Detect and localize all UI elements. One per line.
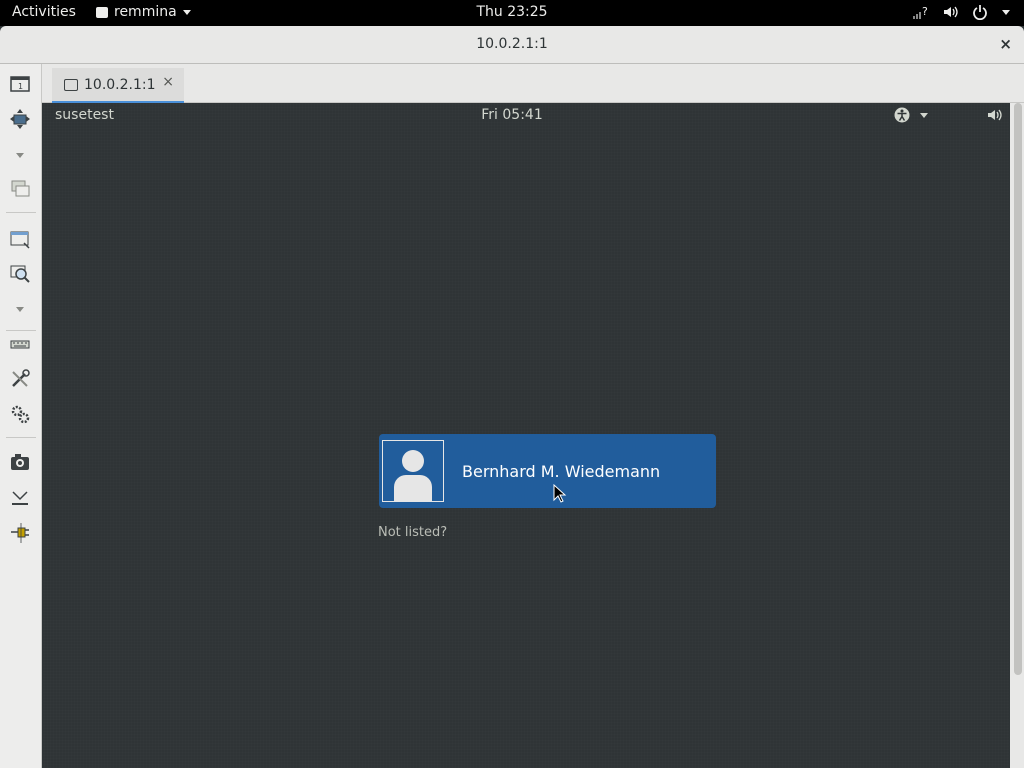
screenshot-button[interactable] [9,451,31,473]
tab-label: 10.0.2.1:1 [84,76,156,93]
screenshot-icon [11,454,29,470]
mouse-cursor-icon [553,484,567,503]
tab-strip: 10.0.2.1:1 × [42,64,1024,104]
window-title: 10.0.2.1:1 [476,36,548,52]
viewport-button[interactable]: 1 [9,73,31,95]
disconnect-button[interactable] [9,521,31,543]
user-name: Bernhard M. Wiedemann [462,461,661,481]
chevron-down-icon [1002,9,1010,15]
chevron-down-icon [182,9,191,15]
volume-icon [944,6,958,18]
remote-volume-button[interactable] [986,107,1002,127]
chevron-down-icon [920,112,928,118]
remmina-toolbar: 1 [0,64,42,768]
chevron-down-icon [16,307,24,312]
keyboard-grab-button[interactable] [9,333,31,355]
system-tray[interactable]: ? [912,4,1010,20]
scrollbar-thumb[interactable] [1014,103,1022,675]
remote-desktop-icon [64,78,78,91]
avatar-head-icon [402,450,424,472]
svg-text:?: ? [922,5,928,18]
preferences-button[interactable] [9,403,31,425]
toolbar-divider [6,437,36,438]
scale-options-dropdown[interactable] [9,298,31,320]
user-login-button[interactable]: Bernhard M. Wiedemann [379,434,716,508]
avatar-body-icon [394,475,432,501]
tools-icon [12,369,30,387]
remote-desktop-viewport[interactable]: susetest Fri 05:41 Bernhard M. Wiedemann… [43,103,1009,768]
toolbar-divider [6,330,36,331]
volume-icon [988,109,1002,121]
minimize-button[interactable] [9,486,31,508]
window-resize-button[interactable] [9,228,31,250]
app-menu[interactable]: remmina [96,4,191,20]
zoom-button[interactable] [9,263,31,285]
avatar [382,440,444,502]
toolbar-divider [6,212,36,213]
window-resize-icon [10,231,30,249]
preferences-icon [11,405,30,424]
not-listed-link[interactable]: Not listed? [378,525,447,540]
disconnect-icon [11,523,29,543]
power-icon [973,5,987,20]
remote-top-bar: susetest Fri 05:41 [43,103,1009,127]
multi-monitor-button[interactable] [9,178,31,200]
tools-button[interactable] [9,368,31,390]
remote-clock[interactable]: Fri 05:41 [0,107,1024,123]
accessibility-icon [894,107,910,123]
activities-button[interactable]: Activities [12,4,76,20]
close-tab-button[interactable]: × [162,74,174,90]
gnome-top-bar: Activities remmina Thu 23:25 ? [0,0,1024,26]
window-header: 10.0.2.1:1 × [0,26,1024,64]
network-icon: ? [913,5,928,19]
zoom-icon [10,265,30,283]
remmina-app-icon [96,6,108,18]
app-menu-label: remmina [114,4,177,20]
accessibility-menu[interactable] [894,107,928,123]
minimize-icon [12,491,28,505]
display-options-dropdown[interactable] [9,144,31,166]
chevron-down-icon [16,153,24,158]
keyboard-icon [10,340,30,349]
viewport-icon: 1 [10,76,30,92]
close-window-button[interactable]: × [999,35,1012,53]
multi-monitor-icon [11,180,30,197]
tab-connection[interactable]: 10.0.2.1:1 × [52,68,184,104]
svg-text:1: 1 [18,82,23,91]
